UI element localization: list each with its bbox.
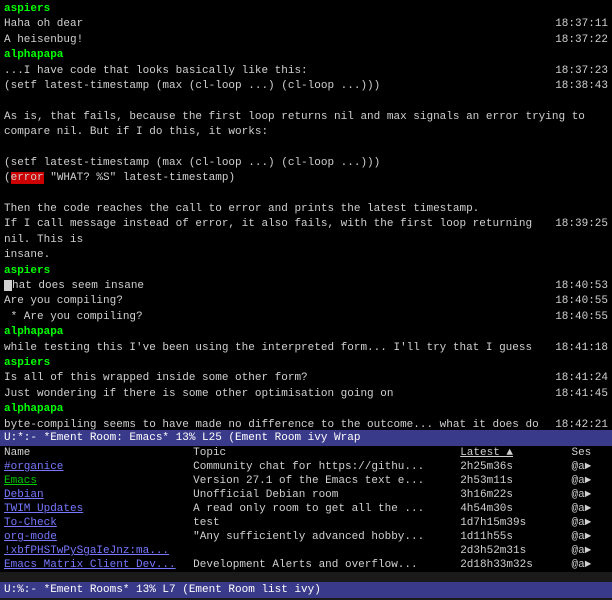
room-link[interactable]: Debian xyxy=(4,489,44,501)
table-row: TWIM Updates A read only room to get all… xyxy=(0,502,612,516)
chat-pane: aspiers Haha oh dear 18:37:11 A heisenbu… xyxy=(0,0,612,430)
modeline-chat: U:*:- *Ement Room: Emacs* 13% L25 (Ement… xyxy=(0,430,612,446)
col-session: Ses xyxy=(567,446,612,460)
room-topic-cell: "Any sufficiently advanced hobby... xyxy=(189,530,456,544)
chat-line: byte-compiling seems to have made no dif… xyxy=(4,418,608,430)
table-row: Debian Unofficial Debian room 3h16m22s @… xyxy=(0,488,612,502)
username-aspiers2: aspiers xyxy=(4,265,50,277)
room-name-cell: Debian xyxy=(0,488,189,502)
room-latest-cell: 1d7h15m39s xyxy=(456,516,567,530)
chat-line xyxy=(4,141,608,156)
room-name-cell: TWIM Updates xyxy=(0,502,189,516)
text-cursor xyxy=(4,280,12,291)
room-session-cell: @a► xyxy=(567,460,612,474)
room-session-cell: @a► xyxy=(567,488,612,502)
chat-line: As is, that fails, because the first loo… xyxy=(4,110,608,125)
room-name-cell: !xbfPHSTwPySgaIeJnz:ma... xyxy=(0,544,189,558)
chat-line: Is all of this wrapped inside some other… xyxy=(4,371,608,386)
table-row: Emacs Matrix Client Dev... Development A… xyxy=(0,558,612,572)
chat-line: * Are you compiling? 18:40:55 xyxy=(4,310,608,325)
room-latest-cell: 3h16m22s xyxy=(456,488,567,502)
chat-line: while testing this I've been using the i… xyxy=(4,341,608,356)
room-latest-cell: 4h54m30s xyxy=(456,502,567,516)
table-row: org-mode "Any sufficiently advanced hobb… xyxy=(0,530,612,544)
chat-line: ...I have code that looks basically like… xyxy=(4,64,608,79)
chat-line: insane. xyxy=(4,248,608,263)
room-name-cell: Emacs Matrix Client Dev... xyxy=(0,558,189,572)
table-header-row: Name Topic Latest ▲ Ses xyxy=(0,446,612,460)
chat-line: alphapapa xyxy=(4,325,608,340)
room-name-cell: #organice xyxy=(0,460,189,474)
chat-line: hat does seem insane 18:40:53 xyxy=(4,279,608,294)
username-aspiers: aspiers xyxy=(4,3,50,15)
room-session-cell: @a► xyxy=(567,558,612,572)
room-list-table: Name Topic Latest ▲ Ses #organice Commun… xyxy=(0,446,612,572)
chat-line: A heisenbug! 18:37:22 xyxy=(4,33,608,48)
room-latest-cell: 2h53m11s xyxy=(456,474,567,488)
chat-line: Haha oh dear 18:37:11 xyxy=(4,17,608,32)
room-list-table-container: Name Topic Latest ▲ Ses #organice Commun… xyxy=(0,446,612,572)
room-session-cell: @a► xyxy=(567,530,612,544)
room-session-cell: @a► xyxy=(567,516,612,530)
room-session-cell: @a► xyxy=(567,474,612,488)
username-aspiers3: aspiers xyxy=(4,357,50,369)
room-link[interactable]: #organice xyxy=(4,461,63,473)
chat-line xyxy=(4,187,608,202)
room-link[interactable]: Emacs Matrix Client Dev... xyxy=(4,559,176,571)
chat-line: alphapapa xyxy=(4,48,608,63)
table-row: !xbfPHSTwPySgaIeJnz:ma... 2d3h52m31s @a► xyxy=(0,544,612,558)
col-name: Name xyxy=(0,446,189,460)
chat-line: compare nil. But if I do this, it works: xyxy=(4,125,608,140)
room-list-pane: Name Topic Latest ▲ Ses #organice Commun… xyxy=(0,446,612,582)
modeline-room-list-text: U:%:- *Ement Rooms* 13% L7 (Ement Room l… xyxy=(4,584,321,596)
room-latest-cell: 1d11h55s xyxy=(456,530,567,544)
room-topic-cell: Unofficial Debian room xyxy=(189,488,456,502)
chat-line: (error "WHAT? %S" latest-timestamp) xyxy=(4,171,608,186)
table-row: #organice Community chat for https://git… xyxy=(0,460,612,474)
room-topic-cell: Development Alerts and overflow... xyxy=(189,558,456,572)
table-row: To-Check test 1d7h15m39s @a► xyxy=(0,516,612,530)
room-session-cell: @a► xyxy=(567,502,612,516)
room-latest-cell: 2h25m36s xyxy=(456,460,567,474)
username-alphapapa: alphapapa xyxy=(4,49,63,61)
room-session-cell: @a► xyxy=(567,544,612,558)
main-container: aspiers Haha oh dear 18:37:11 A heisenbu… xyxy=(0,0,612,598)
room-link[interactable]: To-Check xyxy=(4,517,57,529)
col-topic: Topic xyxy=(189,446,456,460)
room-name-cell: To-Check xyxy=(0,516,189,530)
modeline-chat-text: U:*:- *Ement Room: Emacs* 13% L25 (Ement… xyxy=(4,432,360,444)
room-link[interactable]: !xbfPHSTwPySgaIeJnz:ma... xyxy=(4,545,169,557)
room-topic-cell: test xyxy=(189,516,456,530)
room-name-cell: Emacs xyxy=(0,474,189,488)
chat-line: aspiers xyxy=(4,2,608,17)
table-row: Emacs Version 27.1 of the Emacs text e..… xyxy=(0,474,612,488)
chat-line: aspiers xyxy=(4,356,608,371)
room-link[interactable]: Emacs xyxy=(4,475,37,487)
room-topic-cell: A read only room to get all the ... xyxy=(189,502,456,516)
chat-line: Then the code reaches the call to error … xyxy=(4,202,608,217)
room-name-cell: org-mode xyxy=(0,530,189,544)
room-topic-cell xyxy=(189,544,456,558)
chat-line: Just wondering if there is some other op… xyxy=(4,387,608,402)
room-latest-cell: 2d3h52m31s xyxy=(456,544,567,558)
username-alphapapa2: alphapapa xyxy=(4,326,63,338)
chat-line: If I call message instead of error, it a… xyxy=(4,217,608,248)
chat-line: (setf latest-timestamp (max (cl-loop ...… xyxy=(4,79,608,94)
room-topic-cell: Version 27.1 of the Emacs text e... xyxy=(189,474,456,488)
room-topic-cell: Community chat for https://githu... xyxy=(189,460,456,474)
chat-line xyxy=(4,94,608,109)
chat-line: aspiers xyxy=(4,264,608,279)
room-link[interactable]: org-mode xyxy=(4,531,57,543)
col-latest: Latest ▲ xyxy=(456,446,567,460)
room-latest-cell: 2d18h33m32s xyxy=(456,558,567,572)
error-highlight: error xyxy=(11,172,44,184)
room-link[interactable]: TWIM Updates xyxy=(4,503,83,515)
chat-line: alphapapa xyxy=(4,402,608,417)
chat-line: (setf latest-timestamp (max (cl-loop ...… xyxy=(4,156,608,171)
chat-line: Are you compiling? 18:40:55 xyxy=(4,294,608,309)
username-alphapapa3: alphapapa xyxy=(4,403,63,415)
modeline-room-list: U:%:- *Ement Rooms* 13% L7 (Ement Room l… xyxy=(0,582,612,598)
